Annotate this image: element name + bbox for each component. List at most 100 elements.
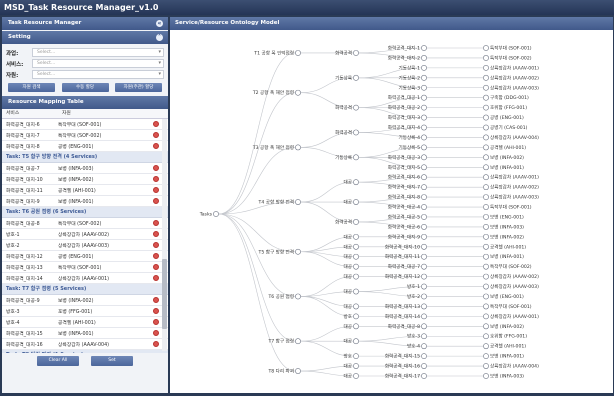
service-node[interactable] bbox=[421, 253, 427, 260]
resource-node[interactable] bbox=[483, 303, 489, 310]
resource-node[interactable] bbox=[483, 94, 489, 101]
delete-icon[interactable] bbox=[153, 253, 159, 259]
resource-node[interactable] bbox=[483, 194, 489, 200]
category-node[interactable] bbox=[353, 50, 359, 56]
resource-node[interactable] bbox=[483, 353, 489, 360]
table-row[interactable]: 방호-4 공격헬 (AHI-001) bbox=[2, 317, 168, 328]
delete-icon[interactable] bbox=[153, 297, 159, 303]
service-node[interactable] bbox=[421, 363, 427, 369]
resource-node[interactable] bbox=[483, 74, 489, 81]
service-node[interactable] bbox=[421, 184, 427, 191]
service-node[interactable] bbox=[421, 263, 427, 270]
ontology-tree[interactable]: Tasks T1 공항 폭 인덕점령 T2 공항 폭 해안 점령 T3 공항 폭 해안… bbox=[170, 31, 613, 393]
service-node[interactable] bbox=[421, 343, 427, 350]
service-node[interactable] bbox=[421, 64, 427, 71]
task-node[interactable] bbox=[295, 368, 301, 374]
task-group-header[interactable]: Task: T8 다리 파괴 (1 Service) bbox=[2, 350, 168, 353]
resource-node[interactable] bbox=[483, 55, 489, 61]
delete-icon[interactable] bbox=[153, 330, 159, 336]
category-node[interactable] bbox=[353, 233, 359, 240]
resource-node[interactable] bbox=[483, 204, 489, 210]
category-node[interactable] bbox=[353, 323, 359, 330]
service-node[interactable] bbox=[421, 303, 427, 310]
resource-node[interactable] bbox=[483, 233, 489, 240]
resource-node[interactable] bbox=[483, 333, 489, 340]
clear-all-button[interactable]: Clear All bbox=[37, 356, 79, 366]
service-node[interactable] bbox=[421, 164, 427, 171]
service-node[interactable] bbox=[421, 194, 427, 200]
resource-node[interactable] bbox=[483, 154, 489, 161]
delete-icon[interactable] bbox=[153, 275, 159, 281]
resource-node[interactable] bbox=[483, 124, 489, 131]
category-node[interactable] bbox=[353, 273, 359, 280]
table-row[interactable]: 방호-3 포병 (FFG-001) bbox=[2, 306, 168, 317]
resource-node[interactable] bbox=[483, 243, 489, 250]
service-node[interactable] bbox=[421, 373, 427, 379]
resource-node[interactable] bbox=[483, 313, 489, 320]
service-node[interactable] bbox=[421, 333, 427, 340]
manual-assign-button[interactable]: 수동 할당 bbox=[61, 83, 109, 92]
collapse-setting-icon[interactable]: ˄ bbox=[156, 34, 163, 41]
delete-icon[interactable] bbox=[153, 121, 159, 127]
service-node[interactable] bbox=[421, 204, 427, 210]
resource-node[interactable] bbox=[483, 45, 489, 51]
resource-node[interactable] bbox=[483, 283, 489, 290]
resource-node[interactable] bbox=[483, 323, 489, 330]
resource-node[interactable] bbox=[483, 184, 489, 191]
service-node[interactable] bbox=[421, 233, 427, 240]
task-select[interactable]: Select... ▾ bbox=[32, 48, 164, 57]
delete-icon[interactable] bbox=[153, 242, 159, 248]
service-node[interactable] bbox=[421, 273, 427, 280]
table-row[interactable]: 화력공격_대지-13 특작부대 (SOF-001) bbox=[2, 262, 168, 273]
task-node[interactable] bbox=[295, 50, 301, 56]
search-resource-button[interactable]: 자원 검색 bbox=[8, 83, 55, 92]
delete-icon[interactable] bbox=[153, 231, 159, 237]
resource-node[interactable] bbox=[483, 104, 489, 111]
category-node[interactable] bbox=[353, 199, 359, 205]
service-node[interactable] bbox=[421, 114, 427, 121]
service-node[interactable] bbox=[421, 94, 427, 101]
task-node[interactable] bbox=[295, 293, 301, 300]
table-row[interactable]: 화력공격_대공-9 보병 (INFA-002) bbox=[2, 295, 168, 306]
service-node[interactable] bbox=[421, 323, 427, 330]
category-node[interactable] bbox=[353, 373, 359, 379]
scrollbar-thumb[interactable] bbox=[162, 259, 167, 329]
category-node[interactable] bbox=[353, 353, 359, 360]
category-node[interactable] bbox=[353, 154, 359, 161]
service-node[interactable] bbox=[421, 283, 427, 290]
service-select[interactable]: Select... ▾ bbox=[32, 59, 164, 68]
resource-node[interactable] bbox=[483, 273, 489, 280]
table-row[interactable]: 화력공격_대지-14 상륙장갑차 (AAAV-001) bbox=[2, 273, 168, 284]
category-node[interactable] bbox=[353, 303, 359, 310]
table-row[interactable]: 화력공격_대지-15 보병 (INFA-001) bbox=[2, 328, 168, 339]
resource-node[interactable] bbox=[483, 343, 489, 350]
category-node[interactable] bbox=[353, 129, 359, 136]
table-row[interactable]: 화력공격_대지-8 공병 (ENG-001) bbox=[2, 141, 168, 152]
resource-node[interactable] bbox=[483, 253, 489, 260]
category-node[interactable] bbox=[353, 313, 359, 320]
service-node[interactable] bbox=[421, 353, 427, 360]
table-row[interactable]: 화력공격_대지-7 특작부대 (SOF-002) bbox=[2, 130, 168, 141]
table-row[interactable]: 방호-2 상륙장갑차 (AAAV-003) bbox=[2, 240, 168, 251]
task-group-header[interactable]: Task: T5 함구 방향 전격 (4 Services) bbox=[2, 152, 168, 163]
auto-assign-button[interactable]: 자원(주관) 할당 bbox=[115, 83, 162, 92]
resource-node[interactable] bbox=[483, 164, 489, 171]
service-node[interactable] bbox=[421, 134, 427, 141]
delete-icon[interactable] bbox=[153, 341, 159, 347]
delete-icon[interactable] bbox=[153, 319, 159, 325]
table-row[interactable]: 화력공격_대지-9 보병 (INFA-001) bbox=[2, 196, 168, 207]
table-row[interactable]: 화력공격_대지-10 보병 (INFA-002) bbox=[2, 174, 168, 185]
service-node[interactable] bbox=[421, 144, 427, 151]
service-node[interactable] bbox=[421, 313, 427, 320]
service-node[interactable] bbox=[421, 74, 427, 81]
delete-icon[interactable] bbox=[153, 132, 159, 138]
category-node[interactable] bbox=[353, 243, 359, 250]
resource-node[interactable] bbox=[483, 134, 489, 141]
service-node[interactable] bbox=[421, 104, 427, 111]
resource-node[interactable] bbox=[483, 174, 489, 181]
table-row[interactable]: 화력공격_대지-12 공병 (ENG-001) bbox=[2, 251, 168, 262]
service-node[interactable] bbox=[421, 293, 427, 300]
table-row[interactable]: 방호-1 상륙장갑차 (AAAV-002) bbox=[2, 229, 168, 240]
root-node[interactable] bbox=[213, 211, 219, 217]
resource-node[interactable] bbox=[483, 214, 489, 220]
